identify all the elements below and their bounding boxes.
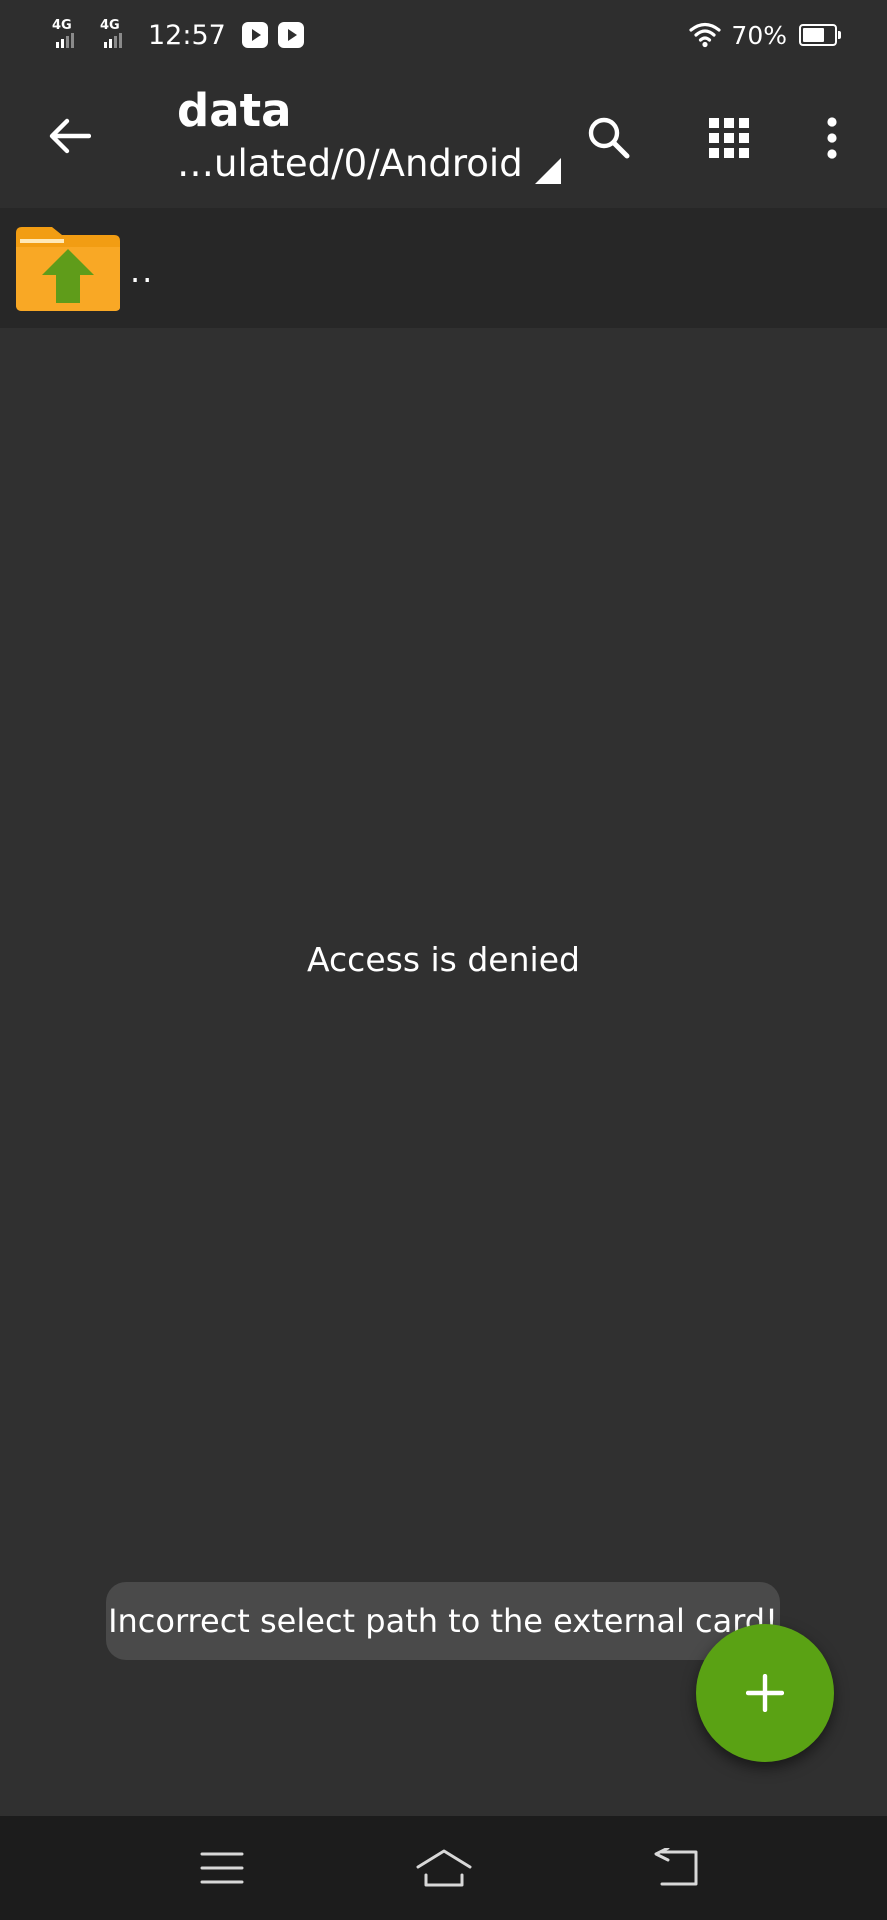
search-icon: [588, 117, 630, 159]
nav-menu-button[interactable]: [182, 1838, 262, 1898]
back-arrow-icon: [49, 118, 91, 154]
toast-message: Incorrect select path to the external ca…: [106, 1582, 780, 1660]
folder-title: data: [177, 84, 292, 137]
home-icon: [416, 1849, 472, 1887]
battery-percent: 70%: [731, 20, 787, 50]
toast-text: Incorrect select path to the external ca…: [108, 1602, 778, 1640]
signal-4g-icon: 4G: [52, 18, 86, 50]
path-dropdown[interactable]: …ulated/0/Android: [177, 142, 561, 186]
status-bar: 4G 4G 12:57 70%: [0, 0, 887, 70]
status-time: 12:57: [148, 19, 226, 51]
back-icon: [654, 1848, 698, 1886]
nav-home-button[interactable]: [404, 1838, 484, 1898]
search-button[interactable]: [578, 107, 640, 169]
battery-fill: [803, 28, 824, 42]
add-fab-button[interactable]: [696, 1624, 834, 1762]
nav-back-button[interactable]: [636, 1838, 716, 1898]
app-toolbar: data …ulated/0/Android: [0, 70, 887, 208]
signal-4g-icon: 4G: [100, 18, 134, 50]
plus-icon: [746, 1674, 784, 1712]
access-denied-message: Access is denied: [307, 940, 580, 979]
dropdown-triangle-icon: [534, 158, 561, 184]
network-type-label: 4G: [100, 18, 120, 33]
more-vert-icon: [827, 117, 837, 159]
system-nav-bar: [0, 1816, 887, 1920]
parent-directory-row[interactable]: ..: [0, 208, 887, 328]
grid-view-icon: [709, 118, 749, 158]
network-type-label: 4G: [52, 18, 72, 33]
status-bar-left: 4G 4G 12:57: [52, 18, 314, 51]
status-bar-right: 70%: [689, 20, 841, 50]
title-area[interactable]: data …ulated/0/Android: [177, 84, 561, 186]
video-app-icon: [241, 22, 268, 48]
battery-icon: [799, 24, 841, 46]
parent-directory-label: ..: [130, 252, 155, 290]
grid-view-button[interactable]: [698, 107, 760, 169]
menu-icon: [200, 1852, 244, 1884]
file-manager-screen: 4G 4G 12:57 70% data …ulated/0/Android .…: [0, 0, 887, 1920]
wifi-icon: [689, 22, 722, 48]
back-button[interactable]: [36, 103, 102, 169]
folder-path: …ulated/0/Android: [177, 142, 523, 185]
folder-up-icon: [14, 223, 122, 313]
more-options-button[interactable]: [801, 107, 863, 169]
youtube-icon: [277, 22, 304, 48]
